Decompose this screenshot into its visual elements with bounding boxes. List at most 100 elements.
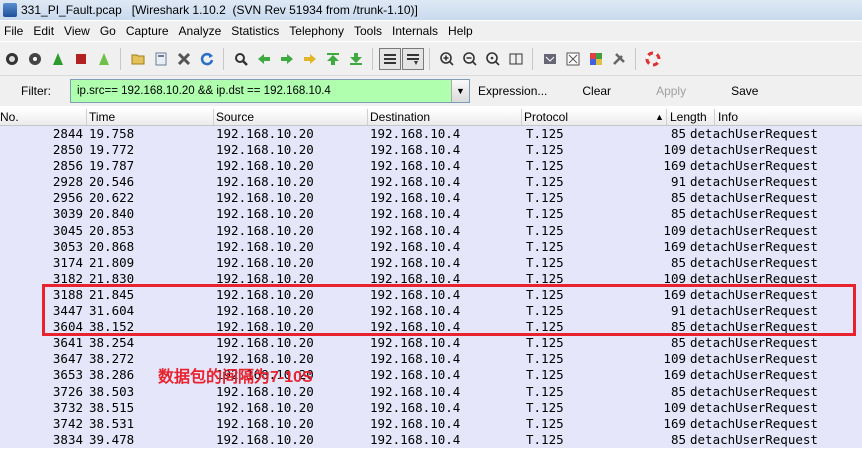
table-row[interactable]: 3653 38.286 192.168.10.20 192.168.10.4 T.125… — [0, 367, 862, 384]
column-header-length[interactable]: Length — [670, 110, 707, 124]
table-row[interactable]: 2850 19.772 192.168.10.20 192.168.10.4 T.125… — [0, 142, 862, 159]
coloring-rules-icon[interactable] — [585, 48, 607, 70]
menu-internals[interactable]: Internals — [387, 24, 443, 38]
menu-help[interactable]: Help — [443, 24, 478, 38]
column-header-protocol[interactable]: Protocol — [524, 110, 568, 124]
find-packet-icon[interactable] — [230, 48, 252, 70]
cell-time: 38.152 — [89, 319, 135, 335]
help-icon[interactable] — [642, 48, 664, 70]
menu-bar: File Edit View Go Capture Analyze Statistics Te… — [0, 21, 862, 41]
table-row[interactable]: 3039 20.840 192.168.10.20 192.168.10.4 T.125… — [0, 206, 862, 223]
cell-info: detachUserRequest — [690, 303, 818, 319]
table-row[interactable]: 3174 21.809 192.168.10.20 192.168.10.4 T.125… — [0, 254, 862, 271]
column-divider[interactable] — [213, 109, 214, 125]
cell-no: 3604 — [52, 319, 83, 335]
cell-time: 38.272 — [89, 351, 135, 367]
capture-options-icon[interactable] — [24, 48, 46, 70]
go-to-packet-icon[interactable] — [299, 48, 321, 70]
column-divider[interactable] — [666, 109, 667, 125]
table-row[interactable]: 3732 38.515 192.168.10.20 192.168.10.4 T.125… — [0, 399, 862, 416]
menu-go[interactable]: Go — [95, 24, 121, 38]
toolbar-separator — [120, 47, 121, 70]
zoom-out-icon[interactable] — [459, 48, 481, 70]
zoom-in-icon[interactable] — [436, 48, 458, 70]
table-row[interactable]: 3647 38.272 192.168.10.20 192.168.10.4 T.125… — [0, 351, 862, 368]
column-header-info[interactable]: Info — [718, 110, 738, 124]
column-header-time[interactable]: Time — [89, 110, 115, 124]
column-divider[interactable] — [714, 109, 715, 125]
save-button[interactable]: Save — [686, 84, 758, 98]
display-filter-text[interactable]: ip.src== 192.168.10.20 && ip.dst == 192.… — [71, 85, 451, 97]
column-divider[interactable] — [367, 109, 368, 125]
column-divider[interactable] — [521, 109, 522, 125]
cell-no: 2844 — [52, 126, 83, 141]
cell-protocol: T.125 — [526, 174, 564, 190]
table-row[interactable]: 2856 19.787 192.168.10.20 192.168.10.4 T.125… — [0, 158, 862, 175]
table-row[interactable]: 3182 21.830 192.168.10.20 192.168.10.4 T.125… — [0, 270, 862, 287]
column-header-source[interactable]: Source — [216, 110, 254, 124]
stop-capture-icon[interactable] — [70, 48, 92, 70]
menu-statistics[interactable]: Statistics — [226, 24, 284, 38]
capture-filters-icon[interactable] — [539, 48, 561, 70]
menu-edit[interactable]: Edit — [28, 24, 59, 38]
go-forward-icon[interactable] — [276, 48, 298, 70]
display-filter-input[interactable]: ip.src== 192.168.10.20 && ip.dst == 192.… — [70, 79, 470, 103]
table-row[interactable]: 2956 20.622 192.168.10.20 192.168.10.4 T.125… — [0, 190, 862, 207]
cell-destination: 192.168.10.4 — [370, 431, 461, 447]
table-row[interactable]: 3726 38.503 192.168.10.20 192.168.10.4 T.125… — [0, 383, 862, 400]
table-row[interactable]: 3045 20.853 192.168.10.20 192.168.10.4 T.125… — [0, 222, 862, 239]
main-toolbar — [0, 42, 862, 76]
table-row[interactable]: 3641 38.254 192.168.10.20 192.168.10.4 T.125… — [0, 335, 862, 352]
filter-label: Filter: — [21, 84, 51, 98]
menu-capture[interactable]: Capture — [121, 24, 174, 38]
resize-columns-icon[interactable] — [505, 48, 527, 70]
cell-length: 109 — [663, 142, 686, 158]
cell-info: detachUserRequest — [690, 351, 818, 367]
table-row[interactable]: 3834 39.478 192.168.10.20 192.168.10.4 T.125… — [0, 431, 862, 448]
zoom-normal-icon[interactable] — [482, 48, 504, 70]
save-file-icon[interactable] — [150, 48, 172, 70]
reload-icon[interactable] — [196, 48, 218, 70]
table-row[interactable]: 3604 38.152 192.168.10.20 192.168.10.4 T.125… — [0, 319, 862, 336]
filter-dropdown-button[interactable]: ▼ — [451, 80, 469, 102]
table-row[interactable]: 3742 38.531 192.168.10.20 192.168.10.4 T.125… — [0, 415, 862, 432]
table-row[interactable]: 3188 21.845 192.168.10.20 192.168.10.4 T.125… — [0, 286, 862, 304]
restart-capture-icon[interactable] — [93, 48, 115, 70]
column-header-destination[interactable]: Destination — [370, 110, 430, 124]
interface-list-icon[interactable] — [1, 48, 23, 70]
column-header-no[interactable]: No. — [0, 110, 19, 124]
menu-analyze[interactable]: Analyze — [174, 24, 227, 38]
menu-tools[interactable]: Tools — [349, 24, 387, 38]
cell-time: 38.503 — [89, 383, 135, 399]
cell-length: 85 — [670, 431, 686, 447]
colorize-icon[interactable] — [378, 47, 401, 70]
packet-list[interactable]: 2844 19.758 192.168.10.20 192.168.10.4 T.125… — [0, 126, 862, 449]
open-file-icon[interactable] — [127, 48, 149, 70]
menu-telephony[interactable]: Telephony — [284, 24, 349, 38]
menu-view[interactable]: View — [59, 24, 95, 38]
table-row[interactable]: 2928 20.546 192.168.10.20 192.168.10.4 T.125… — [0, 174, 862, 191]
cell-length: 109 — [663, 399, 686, 415]
cell-destination: 192.168.10.4 — [370, 367, 461, 383]
display-filters-icon[interactable] — [562, 48, 584, 70]
preferences-icon[interactable] — [608, 48, 630, 70]
table-row[interactable]: 2844 19.758 192.168.10.20 192.168.10.4 T.125… — [0, 126, 862, 143]
menu-file[interactable]: File — [0, 24, 28, 38]
clear-button[interactable]: Clear — [547, 84, 611, 98]
go-last-icon[interactable] — [345, 48, 367, 70]
cell-no: 2856 — [52, 158, 83, 174]
table-row[interactable]: 3447 31.604 192.168.10.20 192.168.10.4 T.125… — [0, 303, 862, 320]
cell-source: 192.168.10.20 — [216, 142, 314, 158]
go-first-icon[interactable] — [322, 48, 344, 70]
close-file-icon[interactable] — [173, 48, 195, 70]
cell-destination: 192.168.10.4 — [370, 126, 461, 141]
column-divider[interactable] — [86, 109, 87, 125]
auto-scroll-icon[interactable] — [401, 47, 424, 70]
expression-button[interactable]: Expression... — [470, 84, 547, 98]
cell-protocol: T.125 — [526, 286, 564, 302]
apply-button[interactable]: Apply — [611, 84, 686, 98]
table-row[interactable]: 3053 20.868 192.168.10.20 192.168.10.4 T.125… — [0, 238, 862, 255]
start-capture-icon[interactable] — [47, 48, 69, 70]
cell-length: 85 — [670, 126, 686, 141]
go-back-icon[interactable] — [253, 48, 275, 70]
